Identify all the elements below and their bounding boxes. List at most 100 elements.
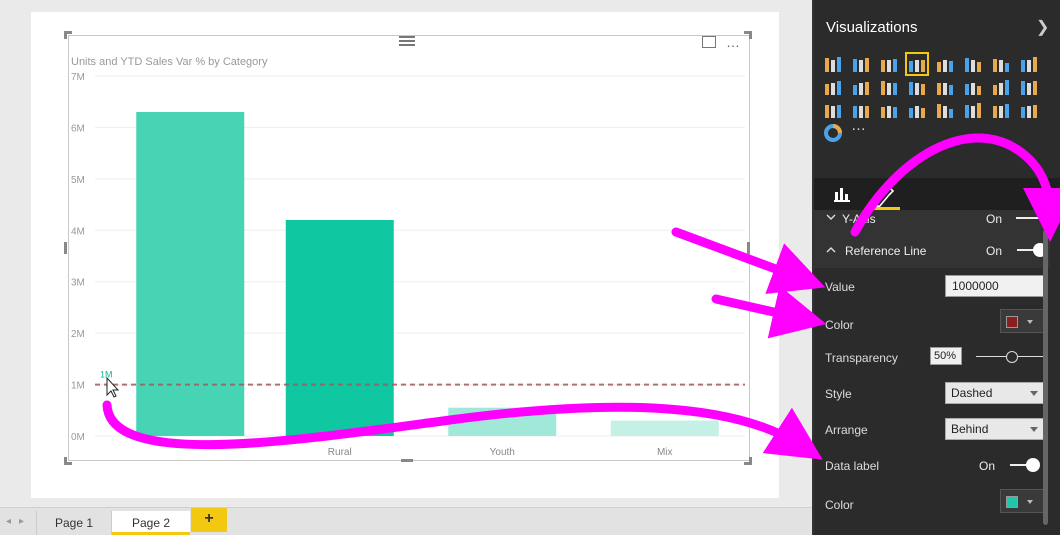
ribbon-chart-icon[interactable] bbox=[907, 77, 927, 97]
slicer-icon[interactable] bbox=[1019, 100, 1039, 120]
x-tick-label: Youth bbox=[490, 447, 515, 458]
chevron-up-icon bbox=[826, 247, 836, 253]
chart-bar bbox=[448, 407, 557, 436]
line-clustered-icon[interactable] bbox=[879, 77, 899, 97]
color-picker-button[interactable] bbox=[1000, 309, 1044, 333]
page-tab-bar: ◂ ▸ Page 1 Page 2 bbox=[0, 507, 812, 535]
y-tick-label: 2M bbox=[71, 329, 85, 340]
chart-bar bbox=[136, 112, 245, 436]
percent-bar-icon[interactable] bbox=[935, 54, 955, 74]
data-label-label: Data label bbox=[825, 459, 880, 473]
y-tick-label: 6M bbox=[71, 123, 85, 134]
value-label: Value bbox=[825, 280, 855, 294]
data-label-color-row: Color bbox=[814, 489, 1050, 522]
y-tick-label: 4M bbox=[71, 226, 85, 237]
chart-bar bbox=[285, 220, 394, 436]
chart-plot: 0M 1M 2M 3M 4M 5M 6M 7M Rural Youth Mix 1M bbox=[71, 72, 745, 458]
y-tick-label: 7M bbox=[71, 72, 85, 83]
x-tick-label: Mix bbox=[657, 447, 673, 458]
gauge-icon[interactable] bbox=[935, 100, 955, 120]
color-swatch bbox=[1006, 316, 1018, 328]
scatter-icon[interactable] bbox=[935, 77, 955, 97]
collapse-pane-chevron-icon[interactable]: ❯ bbox=[1036, 17, 1049, 37]
area-chart-icon[interactable] bbox=[1019, 54, 1039, 74]
y-tick-label: 5M bbox=[71, 175, 85, 186]
reference-line-section[interactable]: Reference Line On bbox=[814, 234, 1050, 268]
fields-icon[interactable] bbox=[834, 186, 850, 202]
y-tick-label: 3M bbox=[71, 278, 85, 289]
more-visuals-icon[interactable]: … bbox=[851, 117, 871, 137]
transparency-value: 50 bbox=[934, 350, 947, 362]
reference-line-label: Reference Line bbox=[845, 244, 927, 258]
map-icon[interactable] bbox=[991, 77, 1011, 97]
filled-map-icon[interactable] bbox=[879, 100, 899, 120]
globe-icon[interactable] bbox=[1019, 77, 1039, 97]
caret-down-icon bbox=[1030, 391, 1038, 396]
style-row: Style Dashed bbox=[814, 382, 1050, 411]
line-chart-icon[interactable] bbox=[991, 54, 1011, 74]
mouse-cursor-icon bbox=[106, 376, 120, 398]
transparency-row: Transparency 50% bbox=[814, 347, 1050, 375]
data-label-toggle[interactable] bbox=[1010, 458, 1040, 472]
reference-line-state: On bbox=[986, 244, 1003, 258]
card-icon[interactable] bbox=[991, 100, 1011, 120]
value-row: Value 1000000 bbox=[814, 275, 1050, 304]
caret-down-icon bbox=[1027, 500, 1033, 504]
funnel-icon[interactable] bbox=[907, 100, 927, 120]
pie-chart-icon[interactable] bbox=[963, 77, 983, 97]
report-canvas: … Units and YTD Sales Var % by Category … bbox=[0, 0, 812, 507]
arrange-selected: Behind bbox=[951, 422, 989, 436]
stacked-column-icon[interactable] bbox=[851, 54, 871, 74]
powerbi-window: … Units and YTD Sales Var % by Category … bbox=[0, 0, 1060, 535]
color-row: Color bbox=[814, 309, 1050, 342]
data-label-row: Data label On bbox=[814, 458, 1050, 483]
pane-title: Visualizations bbox=[826, 19, 918, 36]
stacked-area-icon[interactable] bbox=[823, 77, 843, 97]
caret-down-icon bbox=[1030, 427, 1038, 432]
clustered-column-icon[interactable] bbox=[905, 52, 929, 76]
next-page-arrow-icon[interactable]: ▸ bbox=[19, 516, 24, 527]
pane-tabs bbox=[814, 178, 1060, 210]
reference-line-data-label: 1M bbox=[100, 370, 113, 380]
y-axis-section[interactable]: Y-Axis On bbox=[814, 210, 1050, 236]
donut-icon[interactable] bbox=[823, 123, 843, 143]
chevron-down-icon bbox=[826, 214, 836, 220]
y-tick-label: 0M bbox=[71, 432, 85, 443]
slider-thumb[interactable] bbox=[1006, 351, 1018, 363]
transparency-input[interactable]: 50% bbox=[930, 347, 962, 365]
style-label: Style bbox=[825, 387, 852, 401]
data-label-state: On bbox=[979, 459, 996, 473]
chart-bar bbox=[610, 420, 719, 436]
style-dropdown[interactable]: Dashed bbox=[945, 382, 1045, 404]
transparency-slider[interactable] bbox=[976, 350, 1050, 364]
data-label-color-label: Color bbox=[825, 498, 854, 512]
percent-column-icon[interactable] bbox=[963, 54, 983, 74]
color-label: Color bbox=[825, 318, 854, 332]
y-axis-state: On bbox=[986, 212, 1003, 226]
add-page-button[interactable]: + bbox=[191, 508, 227, 532]
arrange-row: Arrange Behind bbox=[814, 418, 1050, 447]
format-panel-scrollbar[interactable] bbox=[1043, 230, 1048, 525]
y-tick-label: 1M bbox=[71, 381, 85, 392]
prev-page-arrow-icon[interactable]: ◂ bbox=[6, 516, 11, 527]
color-swatch bbox=[1006, 496, 1018, 508]
tab-page-1[interactable]: Page 1 bbox=[36, 511, 112, 535]
tab-page-2[interactable]: Page 2 bbox=[112, 511, 190, 535]
y-axis-toggle[interactable] bbox=[1016, 211, 1046, 225]
y-axis-label: Y-Axis bbox=[842, 212, 876, 226]
style-selected: Dashed bbox=[951, 386, 993, 400]
format-panel: Y-Axis On Reference Line On Value 100000… bbox=[814, 210, 1050, 535]
x-tick-label: Rural bbox=[328, 447, 352, 458]
transparency-label: Transparency bbox=[825, 351, 898, 365]
multirow-card-icon[interactable] bbox=[963, 100, 983, 120]
visualizations-pane: Visualizations ❯ … Y-Axis On Reference L… bbox=[812, 0, 1060, 535]
line-column-icon[interactable] bbox=[851, 77, 871, 97]
arrange-label: Arrange bbox=[825, 423, 868, 437]
clustered-bar-icon[interactable] bbox=[879, 54, 899, 74]
data-label-color-picker-button[interactable] bbox=[1000, 489, 1044, 513]
caret-down-icon bbox=[1027, 320, 1033, 324]
stacked-bar-icon[interactable] bbox=[823, 54, 843, 74]
table-icon[interactable] bbox=[823, 100, 843, 120]
arrange-dropdown[interactable]: Behind bbox=[945, 418, 1045, 440]
value-input[interactable]: 1000000 bbox=[945, 275, 1045, 297]
